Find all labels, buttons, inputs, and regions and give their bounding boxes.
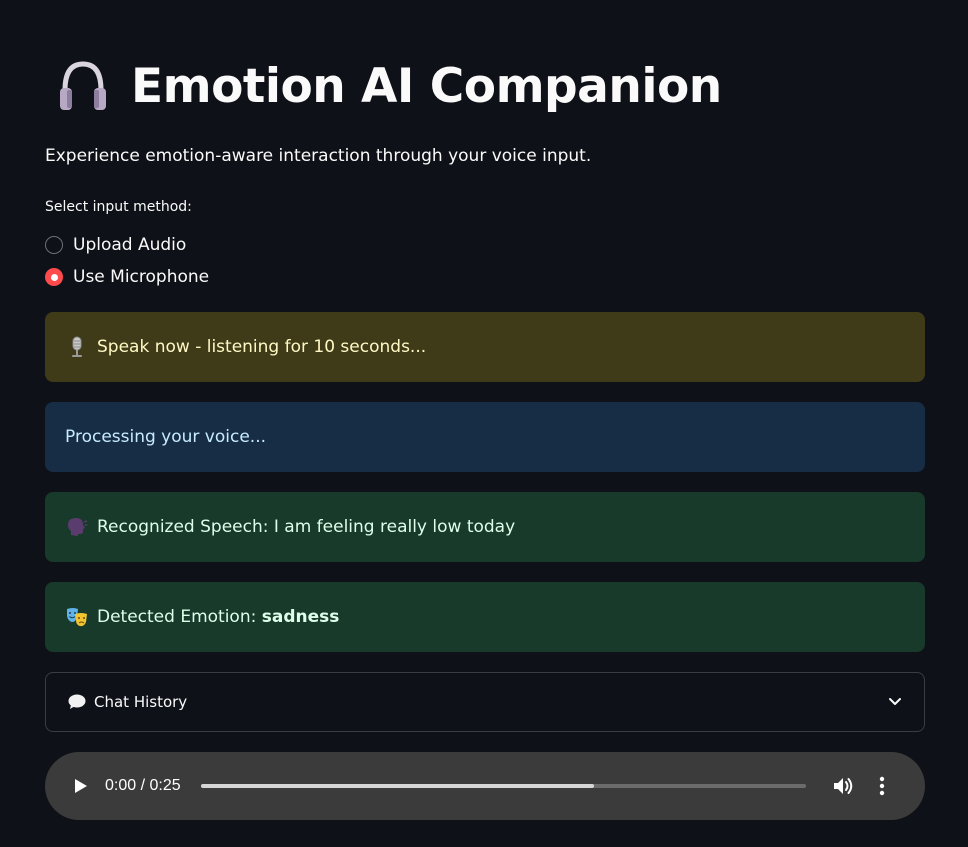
alert-processing: Processing your voice... — [45, 402, 925, 472]
audio-progress-fill — [200, 784, 594, 788]
radio-upload-audio[interactable]: Upload Audio — [45, 235, 186, 255]
radio-option-label: Use Microphone — [73, 267, 210, 287]
chat-history-header: Chat History — [68, 693, 187, 711]
alert-listening: Speak now - listening for 10 seconds... — [45, 312, 925, 382]
page-header: Emotion AI Companion — [57, 56, 722, 116]
audio-time-display: 0:00 / 0:25 — [105, 777, 181, 794]
audio-player: 0:00 / 0:25 — [45, 752, 925, 820]
radio-button-selected[interactable] — [45, 268, 63, 286]
radio-option-label: Upload Audio — [73, 235, 187, 255]
speaking-head-icon — [65, 515, 89, 539]
radio-dot-icon — [50, 273, 58, 281]
radio-use-microphone[interactable]: Use Microphone — [45, 267, 209, 287]
audio-progress-slider[interactable] — [200, 784, 806, 788]
emotion-value: sadness — [261, 607, 340, 627]
page-title: Emotion AI Companion — [131, 58, 722, 114]
page-subtitle: Experience emotion-aware interaction thr… — [45, 146, 592, 166]
chat-history-label: Chat History — [94, 693, 188, 711]
chat-history-expander[interactable]: Chat History — [45, 672, 925, 732]
alert-text: Processing your voice... — [65, 427, 267, 447]
alert-recognized-speech: Recognized Speech: I am feeling really l… — [45, 492, 925, 562]
chevron-down-icon[interactable] — [888, 697, 902, 707]
volume-icon[interactable] — [832, 774, 856, 798]
play-icon[interactable] — [69, 774, 93, 798]
microphone-icon — [65, 335, 89, 359]
alert-text: Recognized Speech: I am feeling really l… — [97, 517, 516, 537]
speech-balloon-icon — [68, 694, 86, 710]
input-method-label: Select input method: — [45, 199, 192, 215]
more-options-icon[interactable] — [870, 774, 894, 798]
alert-detected-emotion: Detected Emotion: sadness — [45, 582, 925, 652]
alert-text: Detected Emotion: sadness — [97, 607, 339, 627]
performing-arts-icon — [65, 605, 89, 629]
emotion-label: Detected Emotion: — [97, 607, 262, 627]
headphones-icon — [57, 56, 109, 116]
radio-button-unselected[interactable] — [45, 236, 63, 254]
alert-text: Speak now - listening for 10 seconds... — [97, 337, 427, 357]
